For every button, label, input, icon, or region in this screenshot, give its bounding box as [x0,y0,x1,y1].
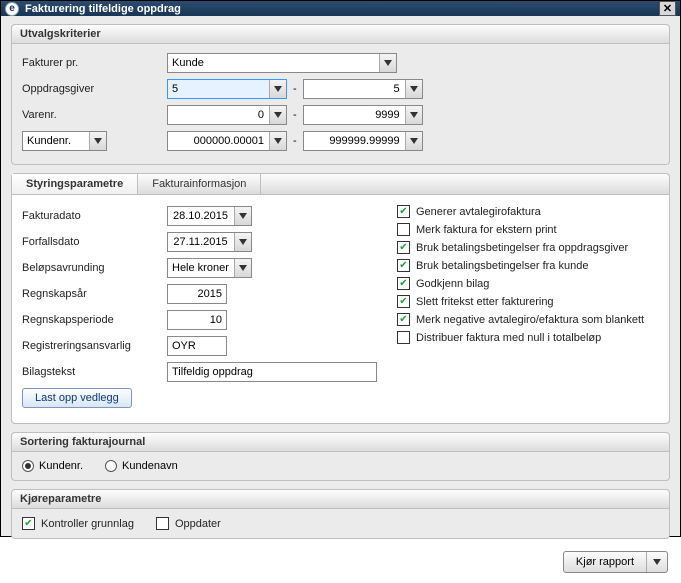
titlebar: e Fakturering tilfeldige oppdrag ✕ [1,1,680,16]
sort-header: Sortering fakturajournal [12,433,669,452]
radio-kundenr[interactable]: Kundenr. [22,460,83,472]
periode-label: Regnskapsperiode [22,314,167,326]
ansvarlig-input[interactable] [167,336,227,356]
varenr-from-input[interactable]: 0 [167,105,287,125]
checkbox-label: Generer avtalegirofaktura [416,206,541,218]
kundenr-selector[interactable]: Kundenr. [22,131,107,151]
chevron-down-icon[interactable] [269,80,286,98]
regnskapsar-input[interactable] [167,284,227,304]
chevron-down-icon[interactable] [405,80,422,98]
fakturer-pr-label: Fakturer pr. [22,57,167,69]
range-separator: - [287,83,303,95]
chevron-down-icon[interactable] [269,106,286,124]
chevron-down-icon[interactable] [269,132,286,150]
run-report-button[interactable]: Kjør rapport [563,551,668,573]
params-tabbox: Styringsparametre Fakturainformasjon Fak… [11,173,670,424]
footer: Kjør rapport [11,547,670,573]
chevron-down-icon[interactable] [234,233,251,251]
tab-fakturainformasjon[interactable]: Fakturainformasjon [138,174,261,194]
belop-label: Beløpsavrunding [22,262,167,274]
checkbox-kontroller-grunnlag[interactable]: ✔ [22,517,35,530]
chevron-down-icon[interactable] [89,132,106,150]
checkbox-ekstern-print[interactable]: ✔ [397,223,410,236]
checkbox-label: Slett fritekst etter fakturering [416,296,554,308]
checkbox-godkjenn-bilag[interactable]: ✔ [397,277,410,290]
oppdragsgiver-from-input[interactable]: 5 [167,79,287,99]
run-report-label: Kjør rapport [564,552,647,572]
content-area: Utvalgskriterier Fakturer pr. Kunde Oppd… [1,16,680,583]
run-params-group: Kjøreparametre ✔ Kontroller grunnlag ✔ Opp… [11,489,670,539]
checkbox-label: Godkjenn bilag [416,278,489,290]
tab-styringsparametre[interactable]: Styringsparametre [12,174,138,194]
chevron-down-icon[interactable] [405,106,422,124]
window-title: Fakturering tilfeldige oppdrag [25,3,181,15]
varenr-label: Varenr. [22,109,167,121]
checkbox-bet-kunde[interactable]: ✔ [397,259,410,272]
chevron-down-icon[interactable] [379,54,396,72]
app-window: e Fakturering tilfeldige oppdrag ✕ Utval… [0,0,681,537]
checkbox-label: Bruk betalingsbetingelser fra kunde [416,260,588,272]
run-params-header: Kjøreparametre [12,490,669,509]
checkbox-label: Merk negative avtalegiro/efaktura som bl… [416,314,644,326]
checkbox-slett-fritekst[interactable]: ✔ [397,295,410,308]
range-separator: - [287,135,303,147]
checkbox-oppdater[interactable]: ✔ [156,517,169,530]
bilagstekst-input[interactable] [167,362,377,382]
checkbox-label: Oppdater [175,518,221,530]
selection-criteria-group: Utvalgskriterier Fakturer pr. Kunde Oppd… [11,24,670,165]
checkbox-bet-oppdragsgiver[interactable]: ✔ [397,241,410,254]
ansvarlig-label: Registreringsansvarlig [22,340,167,352]
checkbox-label: Bruk betalingsbetingelser fra oppdragsgi… [416,242,628,254]
chevron-down-icon[interactable] [647,552,667,572]
upload-attachment-button[interactable]: Last opp vedlegg [22,388,132,408]
chevron-down-icon[interactable] [234,259,251,277]
fakturer-pr-select[interactable]: Kunde [167,53,397,73]
tabstrip: Styringsparametre Fakturainformasjon [12,174,669,195]
radio-label: Kundenavn [122,460,178,472]
checkbox-label: Kontroller grunnlag [41,518,134,530]
sort-group: Sortering fakturajournal Kundenr. Kunden… [11,432,670,481]
kundenr-to-input[interactable]: 999999.99999 [303,131,423,151]
radio-label: Kundenr. [39,460,83,472]
varenr-to-input[interactable]: 9999 [303,105,423,125]
regnskapsar-label: Regnskapsår [22,288,167,300]
chevron-down-icon[interactable] [234,207,251,225]
periode-input[interactable] [167,310,227,330]
checkbox-generer-avtalegiro[interactable]: ✔ [397,205,410,218]
kundenr-from-input[interactable]: 000000.00001 [167,131,287,151]
forfallsdato-input[interactable]: 27.11.2015 [167,232,252,252]
checkbox-distribuer-null[interactable]: ✔ [397,331,410,344]
selection-criteria-header: Utvalgskriterier [12,25,669,44]
fakturadato-label: Fakturadato [22,210,167,222]
app-icon: e [5,2,19,16]
oppdragsgiver-to-input[interactable]: 5 [303,79,423,99]
checkbox-merk-negative[interactable]: ✔ [397,313,410,326]
bilagstekst-label: Bilagstekst [22,366,167,378]
range-separator: - [287,109,303,121]
oppdragsgiver-label: Oppdragsgiver [22,83,167,95]
close-button[interactable]: ✕ [659,1,676,16]
belop-select[interactable]: Hele kroner [167,258,252,278]
radio-kundenavn[interactable]: Kundenavn [105,460,178,472]
chevron-down-icon[interactable] [405,132,422,150]
forfallsdato-label: Forfallsdato [22,236,167,248]
fakturadato-input[interactable]: 28.10.2015 [167,206,252,226]
checkbox-label: Distribuer faktura med null i totalbeløp [416,332,601,344]
checkbox-label: Merk faktura for ekstern print [416,224,557,236]
